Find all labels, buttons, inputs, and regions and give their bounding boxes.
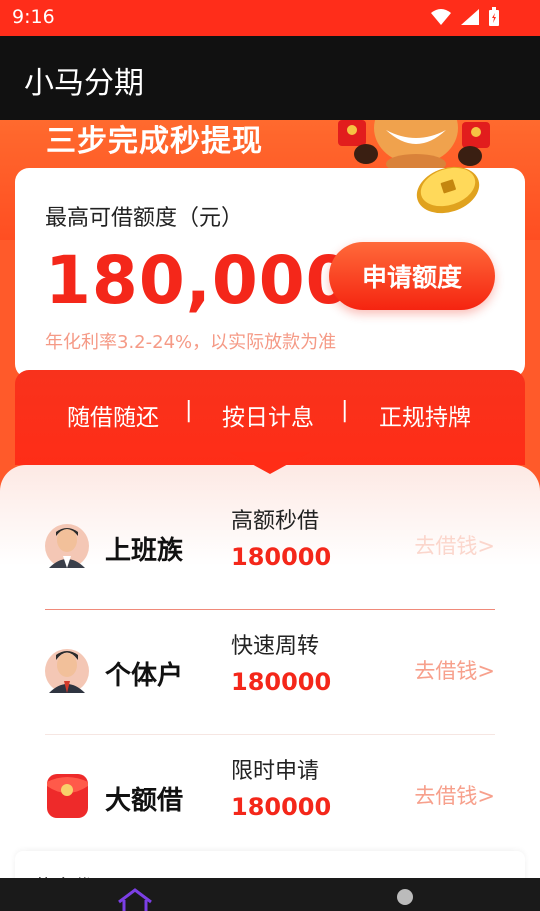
loan-name: 个体户 <box>105 661 184 691</box>
wifi-icon <box>431 9 451 25</box>
loan-row-large-amount[interactable]: 大额借 限时申请 180000 去借钱> <box>45 735 495 860</box>
go-borrow-link[interactable]: 去借钱> <box>414 780 495 810</box>
interest-rate-note: 年化利率3.2-24%，以实际放款为准 <box>45 332 337 353</box>
loan-amount: 180000 <box>231 543 332 571</box>
office-worker-avatar-icon <box>45 524 89 568</box>
loan-subtitle: 限时申请 <box>231 759 320 784</box>
home-icon[interactable] <box>116 888 154 911</box>
status-time: 9:16 <box>12 6 55 28</box>
loan-name: 大额借 <box>105 786 184 816</box>
app-title: 小马分期 <box>24 66 144 101</box>
signal-icon <box>461 9 479 25</box>
loan-subtitle: 高额秒借 <box>231 509 320 534</box>
status-bar: 9:16 <box>0 0 540 36</box>
feature-licensed: 正规持牌 <box>379 405 471 431</box>
max-quota-label: 最高可借额度（元） <box>45 206 244 231</box>
loan-row-office-worker[interactable]: 上班族 高额秒借 180000 去借钱> <box>45 485 495 610</box>
apply-quota-button[interactable]: 申请额度 <box>329 242 495 310</box>
loan-amount: 180000 <box>231 793 332 821</box>
feature-separator: | <box>341 398 349 423</box>
loan-name: 上班族 <box>105 536 184 566</box>
bottom-nav <box>0 878 540 911</box>
loan-subtitle: 快速周转 <box>231 634 320 659</box>
feature-separator: | <box>185 398 193 423</box>
feature-strip: 随借随还 | 按日计息 | 正规持牌 <box>15 370 525 465</box>
red-envelope-icon <box>47 774 88 818</box>
business-owner-avatar-icon <box>45 649 89 693</box>
gold-coin-icon <box>416 166 480 214</box>
feature-daily-interest: 按日计息 <box>222 405 314 431</box>
quota-card: 最高可借额度（元） 180,000 申请额度 年化利率3.2-24%，以实际放款… <box>15 166 525 378</box>
status-icons <box>430 7 500 27</box>
hero-title: 三步完成秒提现 <box>46 124 263 159</box>
max-quota-amount: 180,000 <box>45 242 353 319</box>
go-borrow-link[interactable]: 去借钱> <box>414 530 495 560</box>
app-bar: 小马分期 <box>0 36 540 120</box>
loan-row-business-owner[interactable]: 个体户 快速周转 180000 去借钱> <box>45 610 495 735</box>
feature-flexible-repay: 随借随还 <box>67 405 159 431</box>
battery-icon <box>489 7 499 26</box>
go-borrow-link[interactable]: 去借钱> <box>414 655 495 685</box>
loan-amount: 180000 <box>231 668 332 696</box>
panel-notch <box>230 452 310 474</box>
profile-icon[interactable] <box>396 888 414 906</box>
